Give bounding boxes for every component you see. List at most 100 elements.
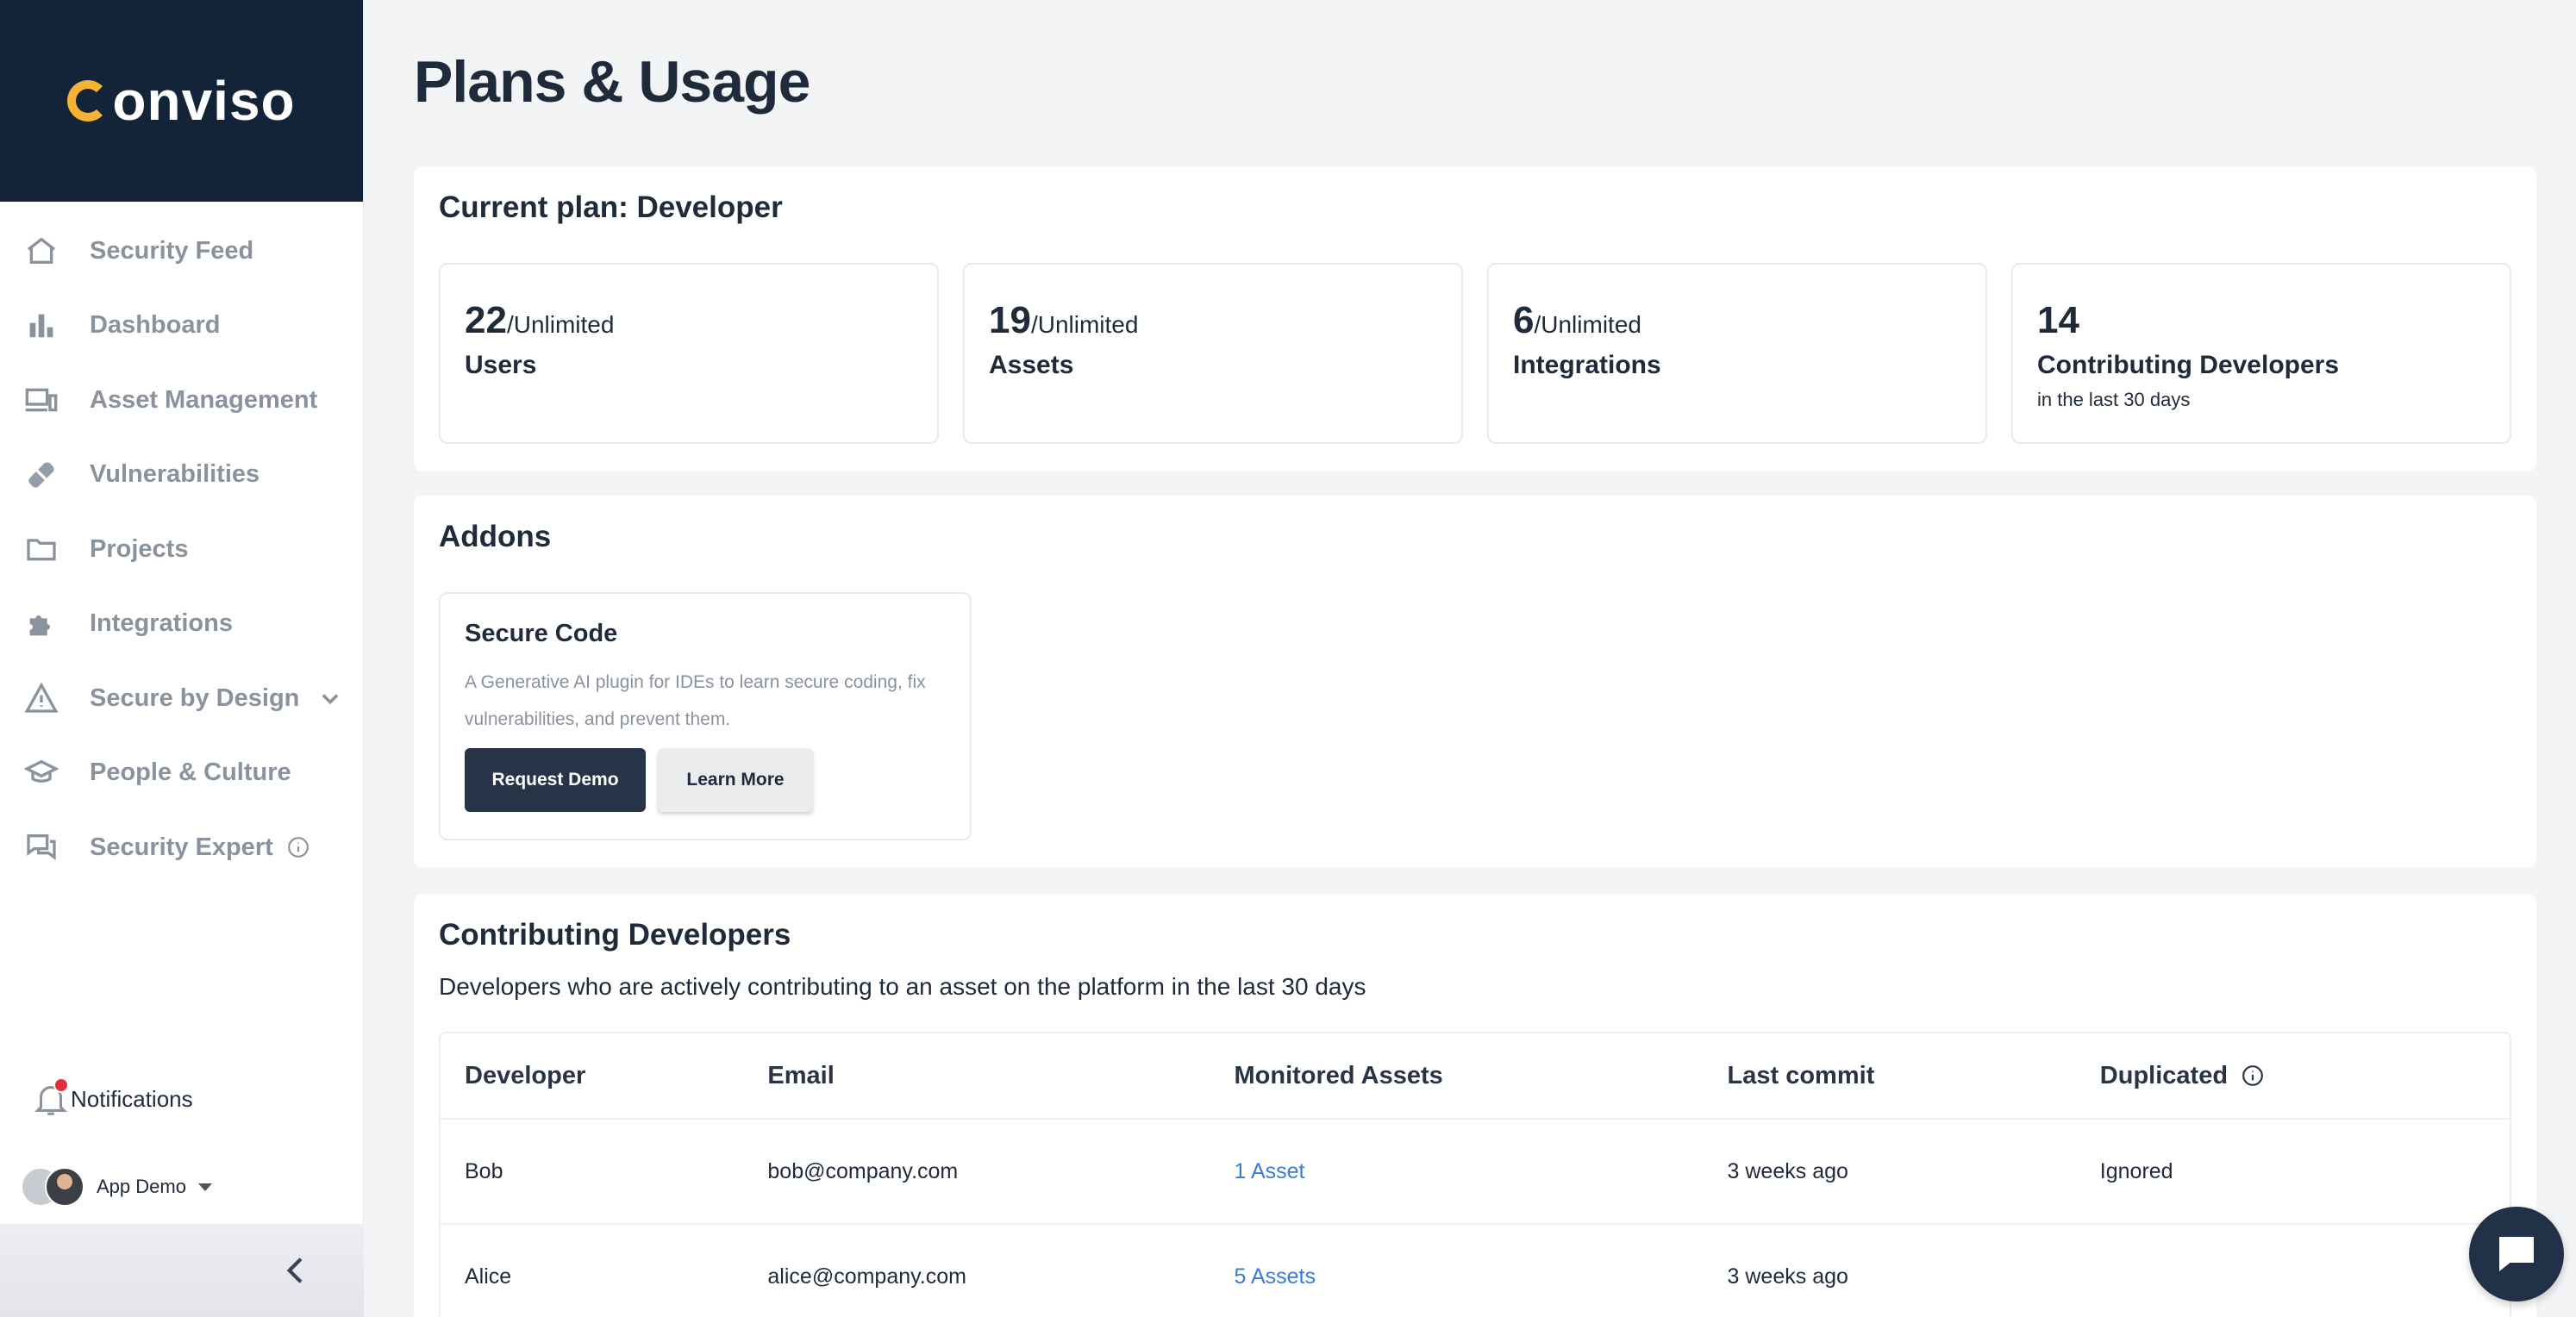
user-avatar <box>45 1167 84 1207</box>
request-demo-button[interactable]: Request Demo <box>465 748 646 812</box>
stat-contributing-developers: 14 Contributing Developers in the last 3… <box>2011 263 2511 444</box>
sidebar-item-projects[interactable]: Projects <box>0 512 363 587</box>
stat-label: Integrations <box>1513 351 1661 379</box>
home-icon <box>22 232 60 270</box>
addons-title: Addons <box>439 520 552 553</box>
sidebar-item-label: People & Culture <box>90 758 291 787</box>
sidebar-item-dashboard[interactable]: Dashboard <box>0 289 363 364</box>
stat-users: 22/Unlimited Users <box>439 263 939 444</box>
info-icon[interactable] <box>2241 1064 2264 1087</box>
addon-secure-code: Secure Code A Generative AI plugin for I… <box>439 592 972 840</box>
cell-duplicated: Ignored <box>2099 1158 2173 1183</box>
cell-developer: Alice <box>465 1264 512 1289</box>
sidebar-item-label: Vulnerabilities <box>90 460 260 489</box>
stat-assets: 19/Unlimited Assets <box>963 263 1463 444</box>
stat-label: Assets <box>989 351 1074 379</box>
stat-subtext: in the last 30 days <box>2037 389 2191 410</box>
bar-chart-icon <box>22 307 60 345</box>
sidebar: onviso Security Feed Dashboard Asset Man… <box>0 0 364 1317</box>
sidebar-collapse-bar <box>0 1224 364 1317</box>
chat-icon <box>22 828 60 866</box>
stat-label: Users <box>465 351 537 379</box>
column-header-last-commit[interactable]: Last commit <box>1728 1062 2100 1090</box>
sidebar-item-label: Projects <box>90 534 189 563</box>
sidebar-item-label: Asset Management <box>90 385 318 414</box>
table-header-row: Developer Email Monitored Assets Last co… <box>441 1033 2510 1120</box>
stat-suffix: /Unlimited <box>1030 311 1139 338</box>
plan-stats: 22/Unlimited Users 19/Unlimited Assets 6… <box>439 263 2511 444</box>
addons-card: Addons Secure Code A Generative AI plugi… <box>414 496 2536 868</box>
folder-icon <box>22 530 60 568</box>
bandage-icon <box>22 456 60 494</box>
cell-developer: Bob <box>465 1158 503 1183</box>
addon-description: A Generative AI plugin for IDEs to learn… <box>465 672 926 729</box>
table-row: Alice alice@company.com 5 Assets 3 weeks… <box>441 1225 2510 1317</box>
stat-suffix: /Unlimited <box>1534 311 1641 338</box>
table-row: Bob bob@company.com 1 Asset 3 weeks ago … <box>441 1120 2510 1225</box>
sidebar-item-label: Security Feed <box>90 236 254 265</box>
logo-mark-icon <box>67 80 109 122</box>
user-menu[interactable]: App Demo <box>21 1167 212 1207</box>
sidebar-item-label: Security Expert <box>90 833 273 861</box>
current-plan-title: Current plan: Developer <box>439 190 783 224</box>
support-chat-button[interactable] <box>2469 1207 2564 1301</box>
sidebar-item-integrations[interactable]: Integrations <box>0 587 363 662</box>
info-icon[interactable] <box>287 836 309 858</box>
notifications-label: Notifications <box>71 1085 193 1112</box>
cell-email: bob@company.com <box>767 1158 959 1183</box>
addon-actions: Request Demo Learn More <box>465 748 946 812</box>
main-content: Plans & Usage Current plan: Developer 22… <box>414 0 2536 1317</box>
graduation-cap-icon <box>22 754 60 792</box>
sidebar-item-people-culture[interactable]: People & Culture <box>0 736 363 811</box>
puzzle-icon <box>22 605 60 643</box>
bell-icon <box>31 1077 71 1119</box>
sidebar-item-label: Dashboard <box>90 311 221 340</box>
developers-description: Developers who are actively contributing… <box>439 973 1366 1000</box>
sidebar-item-vulnerabilities[interactable]: Vulnerabilities <box>0 438 363 513</box>
chevron-down-icon[interactable] <box>318 686 342 710</box>
addon-title: Secure Code <box>465 620 618 647</box>
column-header-duplicated[interactable]: Duplicated <box>2100 1062 2510 1090</box>
current-plan-card: Current plan: Developer 22/Unlimited Use… <box>414 166 2536 471</box>
main-nav: Security Feed Dashboard Asset Management… <box>0 202 363 885</box>
brand-name: onviso <box>112 70 296 132</box>
user-name: App Demo <box>97 1176 186 1197</box>
stat-integrations: 6/Unlimited Integrations <box>1487 263 1987 444</box>
chat-bubble-icon <box>2499 1237 2534 1271</box>
stat-value: 19 <box>989 299 1031 341</box>
contributing-developers-card: Contributing Developers Developers who a… <box>414 894 2536 1317</box>
caret-down-icon <box>197 1183 212 1191</box>
sidebar-item-security-expert[interactable]: Security Expert <box>0 810 363 885</box>
sidebar-item-label: Secure by Design <box>90 683 300 712</box>
brand-header: onviso <box>0 0 363 202</box>
warning-icon <box>22 679 60 717</box>
notification-dot <box>53 1077 69 1093</box>
column-header-email[interactable]: Email <box>767 1062 1234 1090</box>
column-header-developer[interactable]: Developer <box>441 1062 767 1090</box>
cell-email: alice@company.com <box>767 1264 966 1289</box>
column-header-monitored-assets[interactable]: Monitored Assets <box>1235 1062 1728 1090</box>
developers-title: Contributing Developers <box>439 918 791 952</box>
conviso-logo[interactable]: onviso <box>67 69 295 133</box>
avatar <box>21 1167 86 1207</box>
monitored-assets-link[interactable]: 1 Asset <box>1235 1159 1728 1184</box>
stat-value: 14 <box>2037 299 2079 341</box>
sidebar-item-secure-by-design[interactable]: Secure by Design <box>0 661 363 736</box>
notifications-button[interactable]: Notifications <box>31 1077 193 1119</box>
stat-value: 6 <box>1513 299 1535 341</box>
cell-last-commit: 3 weeks ago <box>1727 1158 1848 1183</box>
stat-label: Contributing Developers <box>2037 351 2340 379</box>
developers-table: Developer Email Monitored Assets Last co… <box>439 1032 2511 1317</box>
column-header-label: Duplicated <box>2099 1061 2229 1089</box>
sidebar-item-asset-management[interactable]: Asset Management <box>0 363 363 438</box>
learn-more-button[interactable]: Learn More <box>658 748 813 812</box>
chevron-left-icon[interactable] <box>279 1253 314 1288</box>
stat-suffix: /Unlimited <box>506 311 615 338</box>
page-title: Plans & Usage <box>414 49 810 115</box>
monitored-assets-link[interactable]: 5 Assets <box>1235 1264 1728 1289</box>
sidebar-item-label: Integrations <box>90 609 233 638</box>
sidebar-item-security-feed[interactable]: Security Feed <box>0 214 363 289</box>
stat-value: 22 <box>465 299 507 341</box>
cell-last-commit: 3 weeks ago <box>1727 1264 1848 1289</box>
devices-icon <box>22 381 60 419</box>
